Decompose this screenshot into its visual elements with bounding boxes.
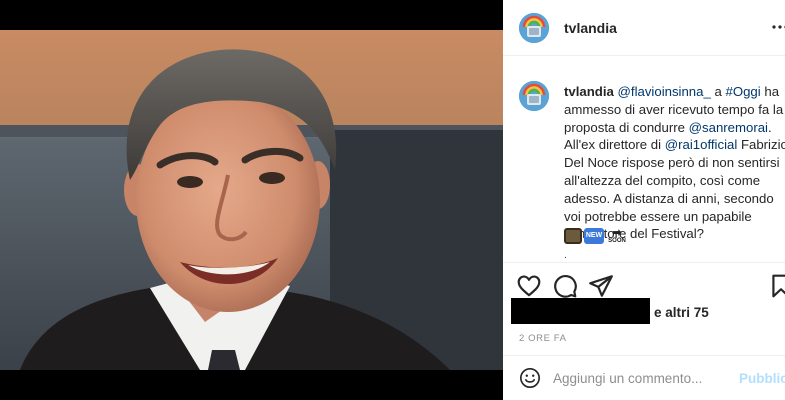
post-header: tvlandia [503,0,785,56]
post-side-panel: tvlandia tvlandia @flavioinsinna_ a #Ogg… [503,0,785,400]
caption-ellipsis: . [564,250,567,261]
caption-avatar[interactable] [519,81,549,111]
caption-username[interactable]: tvlandia [564,84,614,99]
avatar[interactable] [519,13,549,43]
caption-tag-link[interactable]: @sanremorai [689,120,768,135]
comment-bar: Pubblica [503,355,785,400]
post-timestamp[interactable]: 2 ORE FA [519,333,567,344]
post-media-panel [0,0,503,400]
header-username[interactable]: tvlandia [564,20,617,36]
comment-input[interactable] [553,367,733,389]
paper-plane-icon[interactable] [588,273,614,299]
caption-tag-link[interactable]: @flavioinsinna_ [618,84,711,99]
caption-text: Fabrizio Del Noce rispose però di non se… [564,137,785,242]
caption-tag-link[interactable]: #Oggi [726,84,761,99]
publish-button[interactable]: Pubblica [739,371,785,386]
caption-text: a [710,84,726,99]
caption-area: tvlandia @flavioinsinna_ a #Oggi ha amme… [503,57,785,263]
post-actions [503,270,785,300]
redaction-block [511,298,650,324]
caption-emojis: NEW ➡ SOON [564,228,628,246]
heart-icon[interactable] [516,273,542,299]
more-horizontal-icon[interactable] [771,24,785,30]
comment-icon[interactable] [552,273,578,299]
new-button-emoji: NEW [584,228,604,244]
soon-arrow-emoji: ➡ SOON [608,227,626,245]
post-photo[interactable] [0,30,503,370]
television-emoji [564,228,582,244]
smiley-icon[interactable] [519,367,541,389]
likes-row: e altri 75 [511,298,781,324]
bookmark-icon[interactable] [768,273,785,299]
likes-count[interactable]: e altri 75 [654,305,709,320]
caption-tag-link[interactable]: @rai1official [665,137,738,152]
post-caption: tvlandia @flavioinsinna_ a #Oggi ha amme… [564,83,785,243]
